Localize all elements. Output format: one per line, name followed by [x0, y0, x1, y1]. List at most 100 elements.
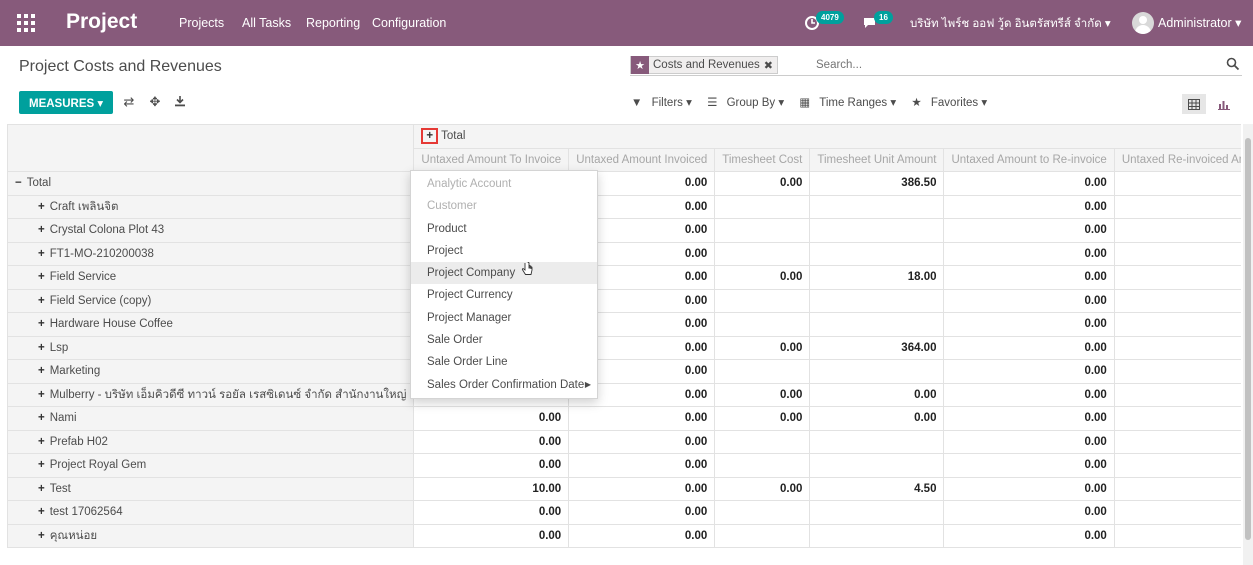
row-header[interactable]: − Total: [7, 171, 415, 196]
cell-value[interactable]: 18.00: [809, 265, 945, 290]
cell-value[interactable]: 0.00: [943, 312, 1115, 337]
row-header[interactable]: + Prefab H02: [7, 429, 415, 454]
cell-value[interactable]: 0.00: [943, 194, 1115, 219]
measures-button[interactable]: MEASURES ▾: [19, 91, 114, 114]
cell-value[interactable]: 0.00: [714, 406, 811, 431]
messaging-menu[interactable]: 16: [862, 11, 902, 33]
groupby-option[interactable]: Customer: [411, 195, 597, 217]
expand-icon[interactable]: +: [38, 295, 45, 307]
groupby-option[interactable]: Sale Order: [411, 329, 597, 351]
cell-value[interactable]: 0.00: [1113, 500, 1241, 525]
cell-value[interactable]: [809, 429, 945, 454]
cell-value[interactable]: 0.00: [1113, 359, 1241, 384]
expand-icon[interactable]: +: [38, 436, 45, 448]
measure-header[interactable]: Untaxed Amount To Invoice: [413, 147, 570, 172]
cell-value[interactable]: 0.00: [943, 453, 1115, 478]
cell-value[interactable]: 4.50: [809, 476, 945, 501]
cell-value[interactable]: 0.00: [943, 335, 1115, 360]
pivot-view-button[interactable]: [1182, 94, 1206, 114]
cell-value[interactable]: 0.00: [1113, 194, 1241, 219]
cell-value[interactable]: 0.00: [943, 218, 1115, 243]
expand-icon[interactable]: +: [38, 506, 45, 518]
cell-value[interactable]: 0.00: [943, 382, 1115, 407]
cell-value[interactable]: 0.00: [413, 406, 570, 431]
cell-value[interactable]: [809, 218, 945, 243]
row-header[interactable]: + Hardware House Coffee: [7, 312, 415, 337]
cell-value[interactable]: 0.00: [1113, 406, 1241, 431]
cell-value[interactable]: 0.00: [714, 265, 811, 290]
app-title[interactable]: Project: [66, 10, 137, 34]
groupby-option[interactable]: Project Currency: [411, 284, 597, 306]
row-header[interactable]: + Nami: [7, 406, 415, 431]
expand-icon[interactable]: +: [38, 342, 45, 354]
cell-value[interactable]: 0.00: [1113, 476, 1241, 501]
cell-value[interactable]: [809, 500, 945, 525]
measure-header[interactable]: Untaxed Re-invoiced Amount: [1113, 147, 1241, 172]
cell-value[interactable]: 0.00: [714, 382, 811, 407]
cell-value[interactable]: [809, 523, 945, 548]
cell-value[interactable]: [714, 453, 811, 478]
cell-value[interactable]: 0.00: [943, 500, 1115, 525]
cell-value[interactable]: 0.00: [943, 476, 1115, 501]
expand-all-icon[interactable]: ✥: [148, 95, 162, 109]
cell-value[interactable]: 0.00: [943, 406, 1115, 431]
graph-view-button[interactable]: [1212, 94, 1236, 114]
row-header[interactable]: + Field Service (copy): [7, 288, 415, 313]
measure-header[interactable]: Timesheet Cost: [714, 147, 811, 172]
timeranges-dropdown[interactable]: ▦ Time Ranges ▾: [799, 97, 902, 109]
row-header[interactable]: + Field Service: [7, 265, 415, 290]
cell-value[interactable]: 0.00: [943, 429, 1115, 454]
cell-value[interactable]: [714, 312, 811, 337]
cell-value[interactable]: 0.00: [413, 453, 570, 478]
expand-icon[interactable]: +: [38, 483, 45, 495]
row-header[interactable]: + Lsp: [7, 335, 415, 360]
cell-value[interactable]: 0.00: [943, 265, 1115, 290]
cell-value[interactable]: 0.00: [1113, 523, 1241, 548]
row-header[interactable]: + Project Royal Gem: [7, 453, 415, 478]
cell-value[interactable]: 0.00: [1113, 312, 1241, 337]
cell-value[interactable]: 0.00: [413, 429, 570, 454]
search-input[interactable]: [816, 56, 1196, 74]
cell-value[interactable]: 0.00: [1113, 288, 1241, 313]
row-header[interactable]: + Craft เพลินจิต: [7, 194, 415, 219]
row-header[interactable]: + Test: [7, 476, 415, 501]
expand-icon[interactable]: +: [38, 365, 45, 377]
groupby-option[interactable]: Sales Order Confirmation Date ▶: [411, 374, 597, 396]
cell-value[interactable]: [809, 359, 945, 384]
row-header[interactable]: + Mulberry - บริษัท เอ็มคิวดีซี ทาวน์ รอย…: [7, 382, 415, 407]
cell-value[interactable]: 0.00: [1113, 429, 1241, 454]
cell-value[interactable]: 0.00: [1113, 171, 1241, 196]
expand-icon[interactable]: +: [38, 201, 45, 213]
user-menu[interactable]: Administrator ▾: [1158, 15, 1241, 30]
cell-value[interactable]: [809, 241, 945, 266]
cell-value[interactable]: [714, 523, 811, 548]
avatar[interactable]: [1132, 12, 1154, 34]
groupby-option[interactable]: Project Manager: [411, 307, 597, 329]
row-header[interactable]: + Marketing: [7, 359, 415, 384]
cell-value[interactable]: 0.00: [568, 476, 716, 501]
cell-value[interactable]: 0.00: [1113, 335, 1241, 360]
cell-value[interactable]: 0.00: [943, 359, 1115, 384]
cell-value[interactable]: [714, 194, 811, 219]
cell-value[interactable]: [714, 288, 811, 313]
groupby-option[interactable]: Product: [411, 218, 597, 240]
company-switcher[interactable]: บริษัท ไพร์ช ออฟ วู้ด อินตรัสทรีส์ จำกัด…: [910, 15, 1111, 33]
row-header[interactable]: + Crystal Colona Plot 43: [7, 218, 415, 243]
filters-dropdown[interactable]: ▼ Filters ▾: [631, 97, 698, 109]
measure-header[interactable]: Untaxed Amount Invoiced: [568, 147, 716, 172]
groupby-option[interactable]: Project Company: [411, 262, 597, 285]
menu-all-tasks[interactable]: All Tasks: [242, 16, 291, 30]
expand-icon[interactable]: +: [38, 248, 45, 260]
row-header[interactable]: + คุณหน่อย: [7, 523, 415, 548]
cell-value[interactable]: 0.00: [714, 476, 811, 501]
cell-value[interactable]: [714, 359, 811, 384]
cell-value[interactable]: 0.00: [568, 523, 716, 548]
cell-value[interactable]: [809, 453, 945, 478]
cell-value[interactable]: 0.00: [568, 406, 716, 431]
cell-value[interactable]: 0.00: [809, 382, 945, 407]
cell-value[interactable]: 0.00: [943, 241, 1115, 266]
expand-icon[interactable]: +: [421, 128, 439, 145]
flip-axis-icon[interactable]: ⇄: [122, 95, 136, 109]
favorites-dropdown[interactable]: ★ Favorites ▾: [911, 97, 993, 109]
groupby-dropdown[interactable]: ☰ Group By ▾: [707, 97, 790, 109]
